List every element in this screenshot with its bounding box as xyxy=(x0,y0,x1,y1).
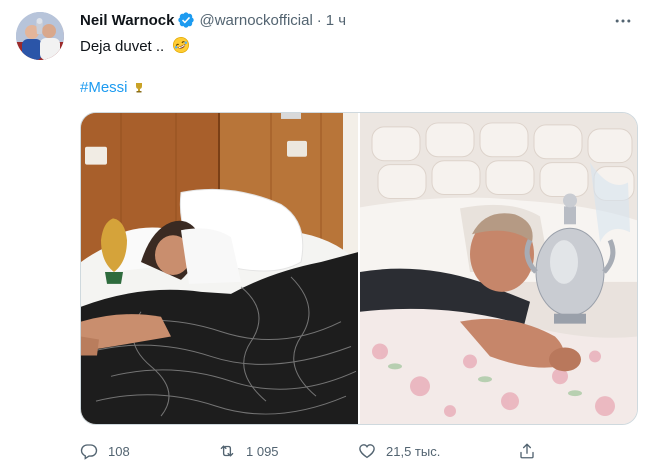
like-icon xyxy=(359,444,375,459)
tweet-text-body: Deja duvet .. xyxy=(80,38,165,55)
rolling-on-floor-laughing-emoji xyxy=(172,36,190,54)
author-name[interactable]: Neil Warnock xyxy=(80,12,174,29)
reply-button[interactable]: 108 xyxy=(80,440,130,462)
share-icon xyxy=(520,443,534,459)
hashtag-link[interactable]: #Messi xyxy=(80,78,145,98)
timestamp[interactable]: 1 ч xyxy=(326,12,346,29)
author-avatar[interactable] xyxy=(16,12,64,60)
media-photo-left[interactable] xyxy=(81,113,358,424)
tweet-text: Deja duvet .. xyxy=(80,36,190,57)
author-handle[interactable]: @warnockofficial xyxy=(199,12,312,29)
like-button[interactable]: 21,5 тыс. xyxy=(358,440,440,462)
like-count: 21,5 тыс. xyxy=(386,443,441,459)
tweet-actions: 108 1 095 21,5 тыс. xyxy=(80,440,550,462)
separator-dot: · xyxy=(316,11,322,29)
retweet-button[interactable]: 1 095 xyxy=(218,440,279,462)
tweet[interactable]: Neil Warnock @warnockofficial · 1 ч Deja… xyxy=(0,0,650,467)
tweet-header: Neil Warnock @warnockofficial · 1 ч xyxy=(80,10,346,30)
trophy-emoji xyxy=(133,79,145,93)
verified-badge-icon xyxy=(177,11,195,29)
reply-count: 108 xyxy=(108,443,130,459)
share-button[interactable] xyxy=(518,440,546,462)
media-photo-right[interactable] xyxy=(360,113,637,424)
retweet-count: 1 095 xyxy=(246,443,279,459)
retweet-icon xyxy=(220,445,234,457)
reply-icon xyxy=(80,444,98,460)
hashtag-text[interactable]: #Messi xyxy=(80,79,128,96)
tweet-media[interactable] xyxy=(80,112,638,425)
more-icon[interactable] xyxy=(610,8,636,34)
